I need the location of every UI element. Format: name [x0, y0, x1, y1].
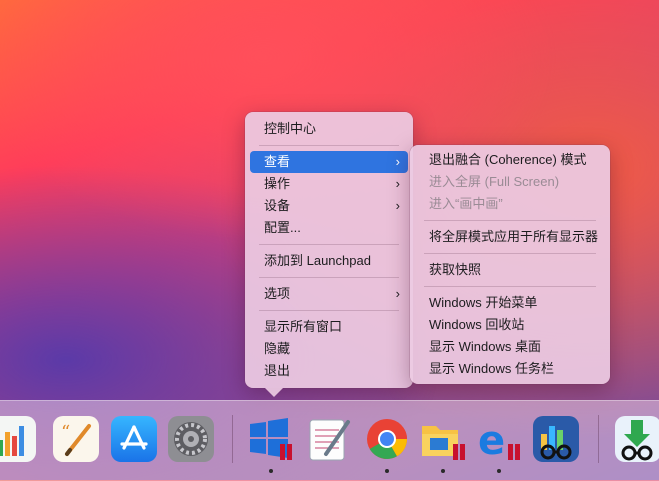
running-indicator	[385, 469, 389, 473]
menu-item-configure[interactable]: 配置...	[250, 217, 408, 239]
pages-icon[interactable]: “	[53, 416, 99, 462]
svg-text:e: e	[478, 418, 505, 462]
menu-item-control-center[interactable]: 控制中心	[250, 118, 408, 140]
menu-separator	[259, 277, 399, 278]
submenu-item-enter-picture-in-picture: 进入“画中画”	[429, 196, 503, 211]
submenu-item-show-windows-desktop[interactable]: 显示 Windows 桌面	[415, 336, 605, 358]
menu-separator	[259, 244, 399, 245]
menu-item-label: 设备	[264, 198, 291, 213]
menu-separator	[259, 145, 399, 146]
submenu-item-windows-recycle-bin[interactable]: Windows 回收站	[415, 314, 605, 336]
menu-item-show-all-windows[interactable]: 显示所有窗口	[250, 316, 408, 338]
menu-item-label: 选项	[264, 286, 291, 301]
running-indicator	[441, 469, 445, 473]
svg-text:“: “	[61, 422, 70, 443]
submenu-item-take-snapshot[interactable]: 获取快照	[415, 259, 605, 281]
running-indicator	[269, 469, 273, 473]
context-menu: 控制中心 查看 › 操作 › 设备 › 配置... 添加到 Launchpad …	[245, 112, 413, 397]
menu-separator	[424, 286, 596, 287]
chevron-right-icon: ›	[395, 286, 400, 301]
numbers-icon[interactable]	[0, 416, 36, 462]
running-indicator	[497, 469, 501, 473]
menu-item-label: 操作	[264, 176, 291, 191]
submenu-item-enter-full-screen: 进入全屏 (Full Screen)	[429, 174, 560, 189]
dock-divider	[598, 415, 599, 463]
menu-item-actions[interactable]: 操作 ›	[250, 173, 408, 195]
chevron-right-icon: ›	[395, 154, 400, 169]
dock-divider	[232, 415, 233, 463]
downloads-icon[interactable]	[615, 416, 659, 462]
menu-item-label: 查看	[264, 154, 291, 169]
menu-item-options[interactable]: 选项 ›	[250, 283, 408, 305]
submenu-item-windows-start-menu[interactable]: Windows 开始菜单	[415, 292, 605, 314]
menu-item-quit[interactable]: 退出	[250, 360, 408, 382]
dock: “ e	[0, 400, 659, 481]
menu-item-hide[interactable]: 隐藏	[250, 338, 408, 360]
windows-app-glasses-icon[interactable]	[533, 416, 579, 462]
app-store-icon[interactable]	[111, 416, 157, 462]
chevron-right-icon: ›	[395, 176, 400, 191]
system-preferences-icon[interactable]	[168, 416, 214, 462]
menu-separator	[424, 253, 596, 254]
chrome-icon[interactable]	[364, 416, 410, 462]
windows-parallels-icon[interactable]	[248, 416, 294, 462]
submenu-item-fullscreen-all-displays[interactable]: 将全屏模式应用于所有显示器	[415, 226, 605, 248]
menu-item-devices[interactable]: 设备 ›	[250, 195, 408, 217]
edge-icon[interactable]: e	[476, 416, 522, 464]
notepad-icon[interactable]	[306, 416, 352, 462]
submenu-item-exit-coherence[interactable]: 退出融合 (Coherence) 模式	[415, 149, 605, 171]
chevron-right-icon: ›	[395, 198, 400, 213]
view-submenu: 退出融合 (Coherence) 模式 进入全屏 (Full Screen) 进…	[410, 145, 610, 384]
file-explorer-icon[interactable]	[420, 416, 466, 462]
menu-separator	[259, 310, 399, 311]
menu-item-add-to-launchpad[interactable]: 添加到 Launchpad	[250, 250, 408, 272]
submenu-item-show-windows-taskbar[interactable]: 显示 Windows 任务栏	[415, 358, 605, 380]
menu-item-view[interactable]: 查看 ›	[250, 151, 408, 173]
menu-separator	[424, 220, 596, 221]
